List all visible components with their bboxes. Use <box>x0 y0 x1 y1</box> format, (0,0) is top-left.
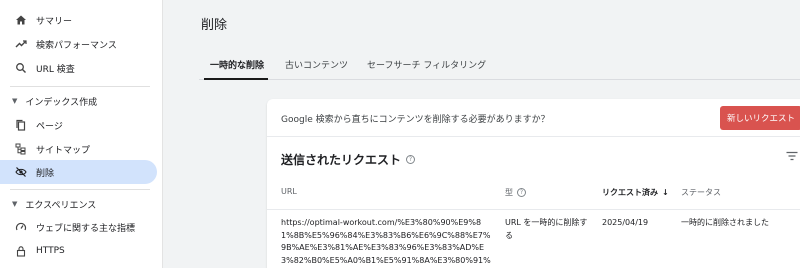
home-icon <box>15 14 27 26</box>
tab-bar: 一時的な削除 古いコンテンツ セーフサーチ フィルタリング <box>199 50 800 80</box>
divider <box>10 189 150 190</box>
sidebar-item-url-inspection[interactable]: URL 検査 <box>0 56 157 80</box>
section-title-text: 送信されたリクエスト <box>281 153 402 167</box>
sidebar: サマリー 検索パフォーマンス URL 検査 ▼ インデックス作成 ページ サイト… <box>0 0 163 268</box>
sidebar-item-https[interactable]: HTTPS <box>0 239 157 263</box>
trending-up-icon <box>15 38 27 50</box>
column-header-label: 型 <box>505 188 513 197</box>
column-header-requested[interactable]: リクエスト済み ↓ <box>602 187 669 198</box>
search-icon <box>15 62 27 74</box>
new-request-banner: Google 検索から直ちにコンテンツを削除する必要がありますか？ 新しいリクエ… <box>267 99 800 137</box>
lock-icon <box>15 245 27 257</box>
column-header-label: リクエスト済み <box>602 188 658 197</box>
page-title: 削除 <box>201 18 228 33</box>
sidebar-item-sitemaps[interactable]: サイトマップ <box>0 137 157 161</box>
removals-icon <box>15 166 27 178</box>
filter-icon[interactable] <box>786 151 798 161</box>
sidebar-item-summary[interactable]: サマリー <box>0 8 157 32</box>
help-icon[interactable]: ? <box>406 155 416 164</box>
new-request-button[interactable]: 新しいリクエスト <box>719 106 800 130</box>
status-cell: 一時的に削除されました <box>681 218 769 227</box>
sidebar-item-performance[interactable]: 検索パフォーマンス <box>0 32 157 56</box>
speed-icon <box>15 221 27 233</box>
tab-safesearch-filtering[interactable]: セーフサーチ フィルタリング <box>367 58 486 71</box>
sidebar-item-label: サイトマップ <box>36 145 91 156</box>
requests-card: Google 検索から直ちにコンテンツを削除する必要がありますか？ 新しいリクエ… <box>267 99 800 268</box>
pages-icon <box>15 119 27 131</box>
column-header-url: URL <box>281 187 297 196</box>
sidebar-item-removals[interactable]: 削除 <box>0 160 157 184</box>
sidebar-item-label: ページ <box>36 121 63 132</box>
type-cell: URL を一時的に削除する <box>505 218 588 240</box>
section-label: インデックス作成 <box>25 97 98 108</box>
column-header-label: URL <box>281 187 297 196</box>
sidebar-item-label: 検索パフォーマンス <box>36 40 117 51</box>
sidebar-item-label: HTTPS <box>36 246 65 256</box>
divider <box>267 209 800 210</box>
sort-arrow-down-icon: ↓ <box>662 188 669 197</box>
sidebar-item-label: ウェブに関する主な指標 <box>36 223 136 234</box>
date-cell: 2025/04/19 <box>602 218 649 227</box>
column-header-type: 型 ? <box>505 187 526 198</box>
sidebar-item-core-web-vitals[interactable]: ウェブに関する主な指標 <box>0 215 157 239</box>
help-icon[interactable]: ? <box>517 188 526 197</box>
divider <box>10 86 150 87</box>
sitemap-icon <box>15 143 27 155</box>
main-content: 削除 一時的な削除 古いコンテンツ セーフサーチ フィルタリング Google … <box>164 0 800 268</box>
sidebar-item-label: URL 検査 <box>36 64 75 75</box>
section-label: エクスペリエンス <box>25 200 97 211</box>
sidebar-item-label: サマリー <box>36 16 73 27</box>
caret-down-icon: ▼ <box>12 97 18 105</box>
tab-temporary-removals[interactable]: 一時的な削除 <box>210 58 264 71</box>
sidebar-item-pages[interactable]: ページ <box>0 113 157 137</box>
column-header-status: ステータス <box>681 187 721 198</box>
banner-text: Google 検索から直ちにコンテンツを削除する必要がありますか？ <box>281 115 550 125</box>
tab-outdated-content[interactable]: 古いコンテンツ <box>285 58 348 71</box>
column-header-label: ステータス <box>681 188 721 197</box>
active-tab-indicator <box>204 78 268 80</box>
section-indexing[interactable]: ▼ インデックス作成 <box>0 90 97 112</box>
sidebar-item-label: 削除 <box>36 168 55 179</box>
caret-down-icon: ▼ <box>12 200 18 208</box>
section-title: 送信されたリクエスト ? <box>281 151 416 168</box>
url-cell: https://optimal-workout.com/%E3%80%90%E9… <box>281 218 491 265</box>
section-experience[interactable]: ▼ エクスペリエンス <box>0 193 96 215</box>
